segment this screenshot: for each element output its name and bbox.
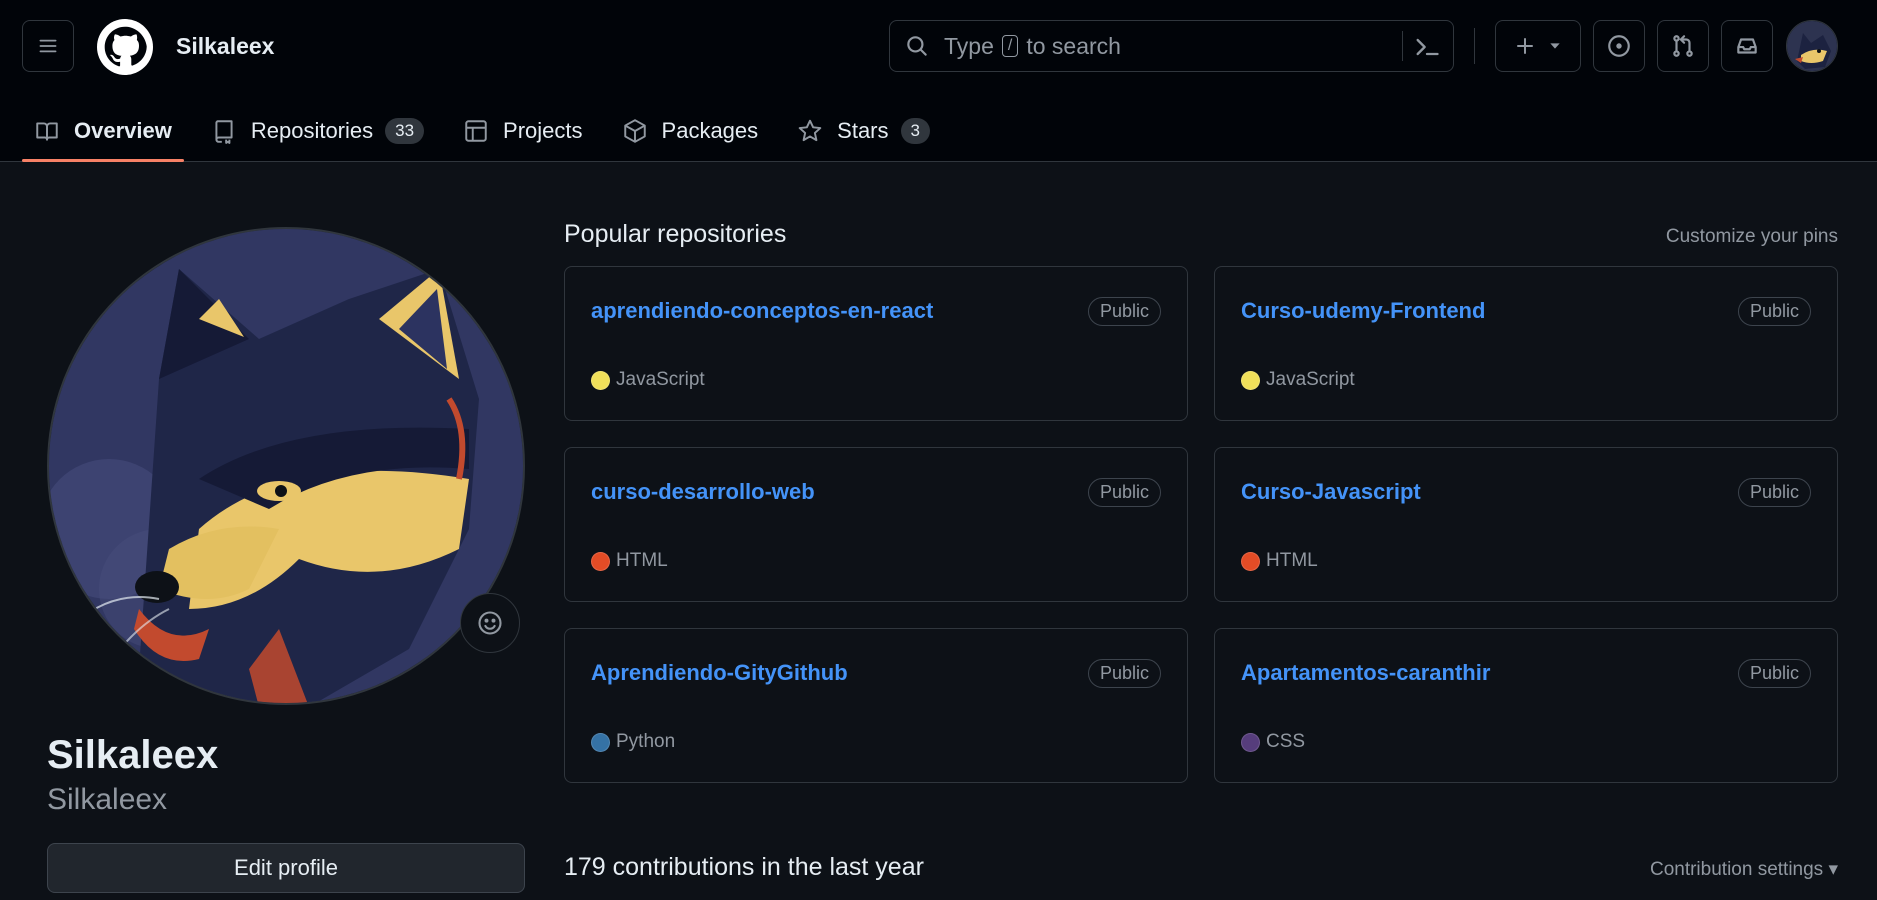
language-color-dot	[591, 370, 610, 390]
edit-profile-button[interactable]: Edit profile	[47, 843, 525, 893]
user-avatar[interactable]	[1786, 20, 1838, 72]
popular-repositories-title: Popular repositories	[564, 220, 787, 248]
visibility-badge: Public	[1087, 297, 1161, 326]
search-shortcut-key: /	[1001, 35, 1019, 57]
plus-icon	[1517, 38, 1533, 54]
language-label: CSS	[1266, 731, 1306, 752]
contribution-settings-dropdown[interactable]: Contribution settings ▾	[1650, 858, 1838, 881]
language-color-dot	[591, 551, 610, 571]
repo-link[interactable]: Apartamentos-caranthir	[1241, 660, 1490, 686]
search-placeholder-suffix: to search	[1026, 32, 1121, 59]
profile-tabs: Overview Repositories 33 Projects Packag…	[22, 100, 957, 162]
repo-card: aprendiendo-conceptos-en-react Public Ja…	[564, 266, 1188, 421]
issue-opened-icon	[1608, 35, 1630, 57]
language-label: JavaScript	[616, 369, 705, 390]
create-new-button[interactable]	[1495, 20, 1581, 72]
set-status-button[interactable]	[460, 593, 520, 653]
tab-overview[interactable]: Overview	[22, 100, 184, 162]
contributions-title: 179 contributions in the last year	[564, 853, 924, 881]
star-icon	[798, 119, 822, 142]
tab-stars[interactable]: Stars 3	[785, 100, 942, 162]
issues-button[interactable]	[1593, 20, 1645, 72]
repo-language: Python	[591, 731, 675, 753]
visibility-badge: Public	[1737, 659, 1811, 688]
visibility-badge: Public	[1737, 478, 1811, 507]
repo-link[interactable]: Aprendiendo-GityGithub	[591, 660, 848, 686]
raccoon-portrait-icon	[49, 229, 523, 703]
header-username[interactable]: Silkaleex	[176, 33, 274, 60]
tab-label: Projects	[503, 118, 583, 143]
tab-projects[interactable]: Projects	[451, 100, 594, 162]
language-color-dot	[591, 732, 610, 752]
repo-card: Apartamentos-caranthir Public CSS	[1214, 628, 1838, 783]
pull-requests-button[interactable]	[1657, 20, 1709, 72]
command-palette-icon[interactable]	[1413, 33, 1441, 61]
repo-language: HTML	[591, 550, 668, 572]
tab-label: Overview	[74, 118, 172, 143]
github-logo-icon[interactable]	[97, 19, 153, 75]
customize-pins-link[interactable]: Customize your pins	[1666, 226, 1838, 248]
book-icon	[36, 122, 58, 141]
search-placeholder-prefix: Type	[944, 32, 994, 59]
repo-language: HTML	[1241, 550, 1318, 572]
tab-packages[interactable]: Packages	[610, 100, 771, 162]
language-label: HTML	[616, 550, 668, 571]
smiley-icon	[478, 611, 502, 635]
search-divider	[1402, 31, 1403, 61]
language-label: HTML	[1266, 550, 1318, 571]
repositories-count-badge: 33	[385, 118, 425, 144]
repo-link[interactable]: curso-desarrollo-web	[591, 479, 815, 505]
table-icon	[465, 120, 487, 142]
inbox-button[interactable]	[1721, 20, 1773, 72]
stars-count-badge: 3	[900, 118, 930, 144]
package-icon	[623, 119, 646, 143]
repo-link[interactable]: Curso-Javascript	[1241, 479, 1421, 505]
tab-label: Repositories	[250, 118, 374, 143]
language-color-dot	[1241, 732, 1260, 752]
language-label: JavaScript	[1266, 369, 1355, 390]
repo-link[interactable]: aprendiendo-conceptos-en-react	[591, 298, 933, 324]
profile-avatar[interactable]	[47, 227, 525, 705]
git-pull-request-icon	[1673, 35, 1693, 57]
language-color-dot	[1241, 370, 1260, 390]
tab-label: Packages	[661, 118, 759, 143]
menu-button[interactable]	[22, 20, 74, 72]
repo-card: Aprendiendo-GityGithub Public Python	[564, 628, 1188, 783]
repo-link[interactable]: Curso-udemy-Frontend	[1241, 298, 1485, 324]
search-icon	[907, 36, 927, 56]
repo-card: Curso-Javascript Public HTML	[1214, 447, 1838, 602]
repo-language: JavaScript	[1241, 369, 1355, 391]
global-header: Silkaleex Type / to search Overview Repo…	[0, 0, 1877, 162]
header-separator	[1474, 28, 1475, 64]
repo-card: Curso-udemy-Frontend Public JavaScript	[1214, 266, 1838, 421]
inbox-icon	[1737, 38, 1757, 54]
visibility-badge: Public	[1737, 297, 1811, 326]
tab-label: Stars	[837, 118, 889, 143]
visibility-badge: Public	[1087, 478, 1161, 507]
repo-icon	[215, 120, 233, 144]
repo-language: JavaScript	[591, 369, 705, 391]
language-color-dot	[1241, 551, 1260, 571]
search-input[interactable]: Type / to search	[889, 20, 1454, 72]
profile-login: Silkaleex	[47, 783, 168, 816]
hamburger-icon	[39, 39, 57, 53]
repo-language: CSS	[1241, 731, 1305, 753]
raccoon-avatar-icon	[1787, 21, 1837, 71]
caret-down-icon	[1550, 43, 1560, 49]
tab-repositories[interactable]: Repositories 33	[199, 100, 436, 162]
language-label: Python	[616, 731, 676, 752]
repo-card: curso-desarrollo-web Public HTML	[564, 447, 1188, 602]
profile-name: Silkaleex	[47, 733, 219, 777]
visibility-badge: Public	[1087, 659, 1161, 688]
